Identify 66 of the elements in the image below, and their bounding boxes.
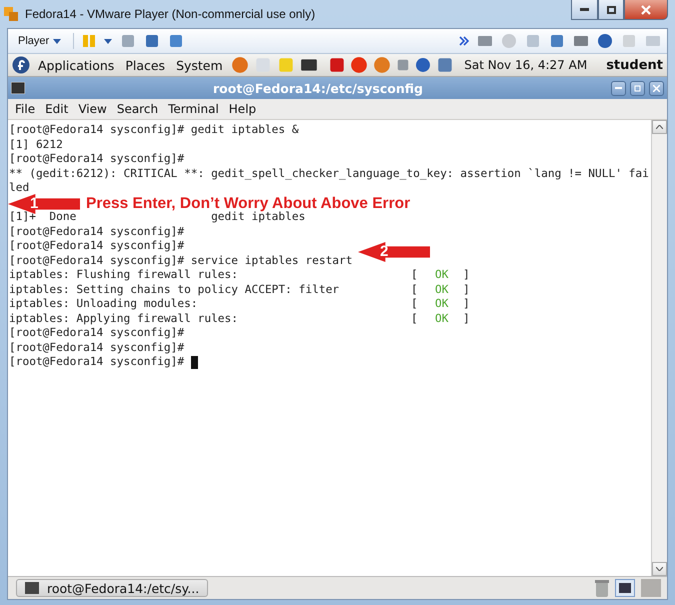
maximize-button[interactable] <box>598 0 624 20</box>
minimize-icon <box>615 87 622 89</box>
annotation-text: Press Enter, Don’t Worry About Above Error <box>86 196 410 212</box>
close-button[interactable] <box>624 0 668 20</box>
terminal-line: iptables: Applying firewall rules: <box>9 312 240 326</box>
terminal-line: [root@Fedora14 sysconfig]# <box>9 340 184 355</box>
terminal-line: iptables: Unloading modules: <box>9 297 199 312</box>
window-title: Fedora14 - VMware Player (Non-commercial use only) <box>25 7 316 21</box>
status-ok: OK <box>435 312 450 326</box>
bracket: ] <box>463 282 470 297</box>
menu-item[interactable]: Search <box>112 102 164 116</box>
status-ok: OK <box>435 297 450 312</box>
bracket: ] <box>463 297 470 312</box>
status-ok: OK <box>435 268 450 282</box>
terminal-line: [root@Fedora14 sysconfig]# <box>9 355 186 370</box>
caret-icon <box>53 38 62 44</box>
scroll-down-button[interactable] <box>652 562 667 576</box>
minimize-icon <box>580 8 589 11</box>
window-title: root@Fedora14:/etc/sysconfig <box>212 80 424 96</box>
terminal-line: led <box>9 181 30 196</box>
close-icon <box>653 84 660 92</box>
terminal-line: iptables: Setting chains to policy ACCEPT: filter <box>9 282 340 297</box>
scroll-up-button[interactable] <box>652 120 667 134</box>
caret-icon <box>104 38 112 44</box>
close-icon <box>641 4 651 14</box>
maximize-button[interactable] <box>630 80 645 96</box>
workspace-button[interactable] <box>615 579 635 597</box>
menu-item[interactable]: File <box>10 102 40 116</box>
terminal-line: [root@Fedora14 sysconfig]# <box>9 239 184 254</box>
bracket: ] <box>463 268 470 282</box>
status-ok: OK <box>435 282 450 297</box>
close-button[interactable] <box>649 80 664 96</box>
panel-menu[interactable]: Applications <box>34 58 118 72</box>
bracket: [ <box>411 297 419 312</box>
taskbar-button[interactable]: root@Fedora14:/etc/sy... <box>16 579 208 597</box>
terminal-line: [root@Fedora14 sysconfig]# <box>9 224 184 239</box>
terminal-line: [1] 6212 <box>9 138 63 152</box>
workspace-icon <box>619 583 631 593</box>
terminal-line: [root@Fedora14 sysconfig]# gedit iptables & <box>9 123 299 138</box>
menu-item[interactable]: Terminal <box>163 102 224 116</box>
terminal-line: iptables: Flushing firewall rules: <box>9 268 240 282</box>
maximize-icon <box>606 6 616 14</box>
minimize-button[interactable] <box>571 0 598 20</box>
text-cursor <box>190 356 198 369</box>
terminal-line: ** (gedit:6212): CRITICAL **: gedit_spell_checker_language_to_key: assertion `lang != NULL' fai <box>9 166 649 181</box>
menu-item[interactable]: Help <box>224 102 262 116</box>
panel-menu[interactable]: System <box>173 58 226 72</box>
app-icon <box>3 6 19 22</box>
bracket: [ <box>411 268 419 282</box>
player-menu[interactable]: Player <box>14 35 66 47</box>
bracket: ] <box>463 312 470 326</box>
terminal-line: [root@Fedora14 sysconfig]# service iptables restart <box>9 254 353 268</box>
menu-item[interactable]: View <box>73 102 112 116</box>
user-name[interactable]: student <box>606 58 663 72</box>
bracket: [ <box>411 282 419 297</box>
bracket: [ <box>411 312 419 326</box>
clock[interactable]: Sat Nov 16, 4:27 AM <box>464 58 588 72</box>
terminal-line: [root@Fedora14 sysconfig]# <box>9 326 184 340</box>
terminal-line: [root@Fedora14 sysconfig]# <box>9 152 184 166</box>
minimize-button[interactable] <box>611 80 626 96</box>
chevron-icon[interactable] <box>459 36 469 46</box>
fedora-logo-icon[interactable] <box>12 56 30 74</box>
maximize-icon <box>634 84 641 92</box>
trash-icon[interactable] <box>595 579 609 597</box>
menu-item[interactable]: Edit <box>40 102 74 116</box>
panel-menu[interactable]: Places <box>122 58 168 72</box>
